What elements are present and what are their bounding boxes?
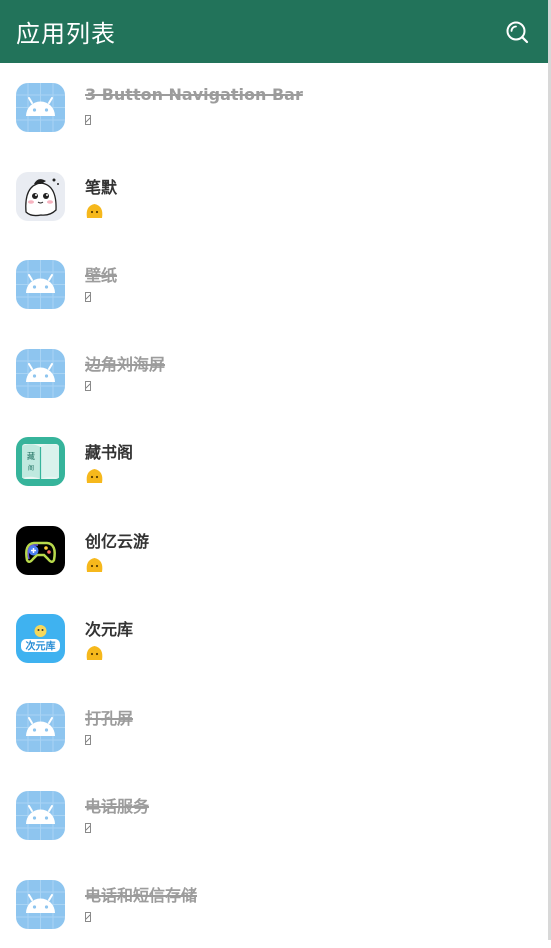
missing-glyph-icon <box>85 910 91 922</box>
svg-text:次元库: 次元库 <box>26 640 56 653</box>
ghost-character-icon <box>16 172 65 221</box>
ciyuanku-logo-icon: 次元库 <box>16 614 65 663</box>
app-name: 打孔屏 <box>85 705 133 729</box>
missing-glyph-icon <box>85 379 91 391</box>
app-list-item[interactable]: 壁纸 <box>0 240 548 329</box>
app-bar: 应用列表 <box>0 0 548 63</box>
app-list-item[interactable]: 边角刘海屏 <box>0 329 548 418</box>
android-icon <box>16 880 65 929</box>
status-emoji-icon <box>85 202 104 219</box>
book-icon: 藏 阁 <box>16 437 65 486</box>
app-list-item[interactable]: 次元库 次元库 <box>0 594 548 683</box>
app-name: 藏书阁 <box>85 439 133 463</box>
page-title: 应用列表 <box>16 14 116 49</box>
android-icon <box>16 260 65 309</box>
app-name: 壁纸 <box>85 262 117 286</box>
app-list-item[interactable]: 创亿云游 <box>0 506 548 595</box>
missing-glyph-icon <box>85 821 91 833</box>
app-name: 电话服务 <box>85 793 149 817</box>
missing-glyph-icon <box>85 733 91 745</box>
app-list-item[interactable]: 电话和短信存储 <box>0 860 548 948</box>
app-list-item[interactable]: 笔默 <box>0 152 548 241</box>
svg-text:藏: 藏 <box>27 451 35 461</box>
app-list-item[interactable]: 打孔屏 <box>0 683 548 772</box>
app-name: 创亿云游 <box>85 528 149 552</box>
status-emoji-icon <box>85 467 104 484</box>
app-name: 笔默 <box>85 174 117 198</box>
app-name: 3 Button Navigation Bar <box>85 85 303 104</box>
app-name: 次元库 <box>85 616 133 640</box>
android-icon <box>16 83 65 132</box>
app-name: 边角刘海屏 <box>85 351 165 375</box>
status-emoji-icon <box>85 644 104 661</box>
app-list-item[interactable]: 藏 阁 藏书阁 <box>0 417 548 506</box>
svg-text:阁: 阁 <box>28 464 34 472</box>
missing-glyph-icon <box>85 290 91 302</box>
search-icon[interactable] <box>504 19 530 45</box>
app-list: 3 Button Navigation Bar 笔默 壁纸 <box>0 63 548 948</box>
android-icon <box>16 703 65 752</box>
android-icon <box>16 349 65 398</box>
android-icon <box>16 791 65 840</box>
app-name: 电话和短信存储 <box>85 882 197 906</box>
app-list-item[interactable]: 电话服务 <box>0 771 548 860</box>
missing-glyph-icon <box>85 113 91 125</box>
app-list-item[interactable]: 3 Button Navigation Bar <box>0 63 548 152</box>
gamepad-icon <box>16 526 65 575</box>
status-emoji-icon <box>85 556 104 573</box>
